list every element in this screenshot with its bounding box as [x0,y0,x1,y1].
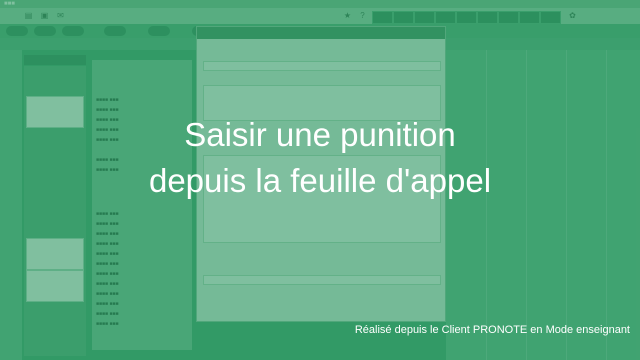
mode-caption: Réalisé depuis le Client PRONOTE en Mode… [354,324,630,336]
title-line-2: depuis la feuille d'appel [148,162,492,199]
tutorial-title: Saisir une punition depuis la feuille d'… [0,112,640,204]
title-line-1: Saisir une punition [184,116,456,153]
